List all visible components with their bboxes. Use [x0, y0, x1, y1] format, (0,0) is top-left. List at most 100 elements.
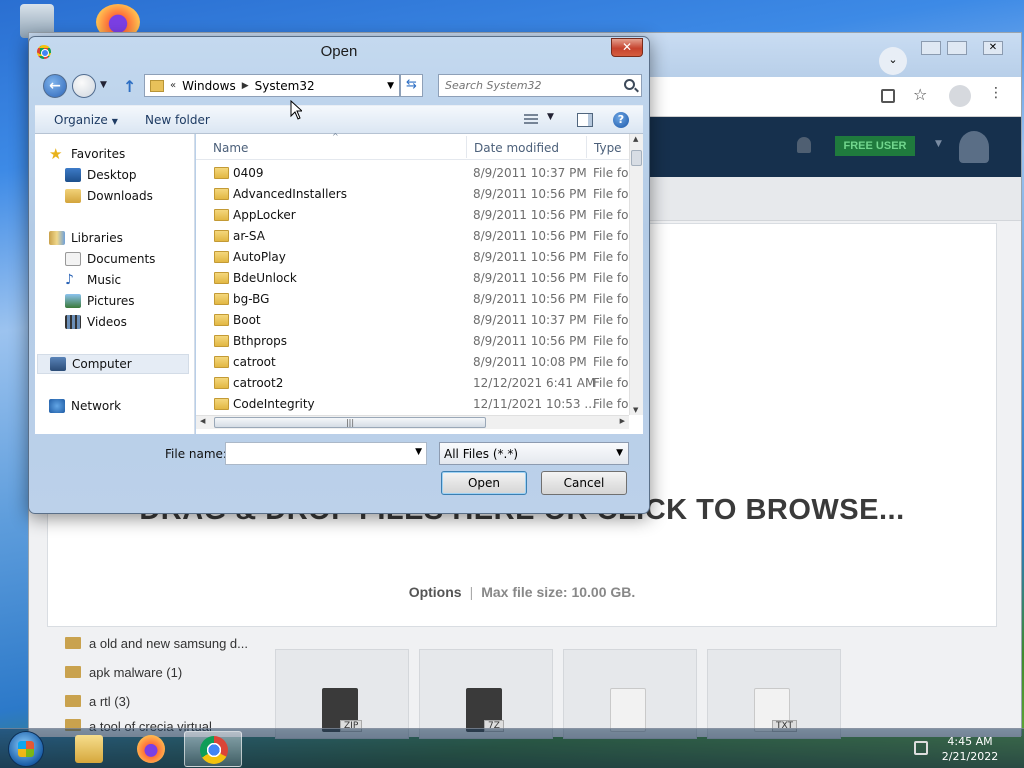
column-divider[interactable] — [466, 136, 467, 158]
file-row[interactable]: CodeIntegrity 12/11/2021 10:53 ... File fo… — [196, 394, 629, 415]
nav-libraries[interactable]: Libraries — [49, 228, 207, 248]
bookmark-star-icon[interactable]: ☆ — [913, 85, 927, 104]
column-divider[interactable] — [586, 136, 587, 158]
file-row[interactable]: catroot2 12/12/2021 6:41 AM File fol — [196, 373, 629, 394]
search-icon[interactable] — [624, 79, 635, 90]
preview-pane-icon[interactable] — [577, 113, 593, 127]
search-input[interactable] — [445, 75, 615, 95]
clock-time: 4:45 AM — [947, 735, 993, 748]
file-name-input[interactable]: ▼ — [225, 442, 427, 465]
file-date: 8/9/2011 10:56 PM — [473, 250, 587, 264]
file-type: File fol — [593, 313, 629, 327]
options-separator: | — [469, 584, 474, 600]
folder-icon — [214, 230, 229, 242]
network-tray-icon[interactable] — [914, 741, 928, 755]
taskbar-firefox[interactable] — [122, 731, 180, 767]
profile-icon[interactable] — [949, 85, 971, 107]
change-view-icon[interactable] — [524, 114, 538, 126]
file-row[interactable]: 0409 8/9/2011 10:37 PM File fol — [196, 163, 629, 184]
chrome-icon — [200, 736, 228, 764]
file-date: 8/9/2011 10:56 PM — [473, 229, 587, 243]
recent-locations-dropdown[interactable]: ▼ — [100, 80, 107, 90]
up-folder-icon[interactable]: ↑ — [123, 77, 136, 96]
column-name[interactable]: Name — [213, 141, 248, 155]
taskbar-explorer[interactable] — [60, 731, 118, 767]
file-name-dropdown-icon[interactable]: ▼ — [415, 447, 422, 457]
sidebar-folder[interactable]: apk malware (1) — [65, 662, 182, 682]
file-date: 8/9/2011 10:56 PM — [473, 271, 587, 285]
chevron-down-icon: ▼ — [616, 448, 623, 458]
scroll-down-icon[interactable]: ▼ — [633, 406, 638, 414]
cancel-button[interactable]: Cancel — [541, 471, 627, 495]
refresh-icon[interactable]: ⇆ — [400, 74, 423, 97]
file-tile[interactable] — [563, 649, 697, 739]
restore-button[interactable] — [947, 41, 967, 55]
column-type[interactable]: Type — [594, 141, 622, 155]
nav-computer[interactable]: Computer — [37, 354, 189, 374]
star-icon: ★ — [49, 145, 63, 163]
menu-kebab-icon[interactable]: ⋮ — [989, 85, 1003, 101]
header-dropdown-icon[interactable]: ▼ — [935, 139, 942, 149]
dialog-close-button[interactable]: ✕ — [611, 38, 643, 57]
file-type: File fol — [593, 355, 629, 369]
open-button[interactable]: Open — [441, 471, 527, 495]
file-row[interactable]: ar-SA 8/9/2011 10:56 PM File fol — [196, 226, 629, 247]
documents-icon — [65, 252, 81, 266]
nav-favorites[interactable]: ★ Favorites — [49, 144, 207, 164]
address-dropdown-icon[interactable]: ▼ — [387, 81, 394, 91]
sidebar-folder[interactable]: a old and new samsung d... — [65, 633, 248, 653]
scroll-left-icon[interactable]: ◀ — [200, 417, 205, 425]
scroll-right-icon[interactable]: ▶ — [620, 417, 625, 425]
file-row[interactable]: Boot 8/9/2011 10:37 PM File fol — [196, 310, 629, 331]
file-row[interactable]: AdvancedInstallers 8/9/2011 10:56 PM File … — [196, 184, 629, 205]
file-tile[interactable]: 7Z — [419, 649, 553, 739]
scroll-up-icon[interactable]: ▲ — [633, 135, 638, 143]
file-type: File fol — [593, 334, 629, 348]
folder-icon — [214, 293, 229, 305]
vertical-scrollbar[interactable]: ▲ ▼ — [629, 134, 643, 415]
breadcrumb-system32[interactable]: System32 — [255, 79, 315, 93]
breadcrumb-windows[interactable]: Windows — [182, 79, 236, 93]
user-avatar-icon[interactable] — [959, 131, 989, 163]
file-row[interactable]: AutoPlay 8/9/2011 10:56 PM File fol — [196, 247, 629, 268]
file-name: AdvancedInstallers — [233, 187, 347, 201]
file-type-select[interactable]: All Files (*.*) ▼ — [439, 442, 629, 465]
start-button[interactable] — [8, 731, 44, 767]
forward-button[interactable] — [72, 74, 96, 98]
back-button[interactable]: ← — [43, 74, 67, 98]
file-row[interactable]: AppLocker 8/9/2011 10:56 PM File fol — [196, 205, 629, 226]
file-tile[interactable]: TXT — [707, 649, 841, 739]
file-row[interactable]: BdeUnlock 8/9/2011 10:56 PM File fol — [196, 268, 629, 289]
sidebar-folder[interactable]: a rtl (3) — [65, 691, 130, 711]
share-icon[interactable] — [881, 89, 895, 103]
breadcrumb-arrow-icon[interactable]: ▶ — [242, 81, 249, 91]
file-tile[interactable]: ZIP — [275, 649, 409, 739]
taskbar-chrome[interactable] — [184, 731, 242, 767]
breadcrumb-overflow-icon[interactable]: « — [170, 80, 176, 91]
view-dropdown-icon[interactable]: ▼ — [547, 112, 554, 122]
file-row[interactable]: Bthprops 8/9/2011 10:56 PM File fol — [196, 331, 629, 352]
tab-search-button[interactable]: ⌄ — [879, 47, 907, 75]
file-date: 8/9/2011 10:37 PM — [473, 313, 587, 327]
address-bar[interactable]: « Windows ▶ System32 ▼ — [144, 74, 400, 97]
file-row[interactable]: bg-BG 8/9/2011 10:56 PM File fol — [196, 289, 629, 310]
search-box[interactable] — [438, 74, 642, 97]
folder-icon — [214, 209, 229, 221]
notification-bell-icon[interactable] — [797, 137, 811, 153]
new-folder-button[interactable]: New folder — [145, 113, 210, 127]
window-close-button[interactable]: ✕ — [983, 41, 1003, 55]
free-user-badge[interactable]: FREE USER — [835, 136, 915, 156]
column-date-modified[interactable]: Date modified — [474, 141, 559, 155]
organize-button[interactable]: Organize ▼ — [54, 113, 118, 127]
help-icon[interactable]: ? — [613, 112, 629, 128]
nav-network[interactable]: Network — [49, 396, 207, 416]
system-clock[interactable]: 4:45 AM 2/21/2022 — [934, 734, 1006, 764]
network-icon — [49, 399, 65, 413]
scroll-thumb[interactable]: ||| — [214, 417, 486, 428]
horizontal-scrollbar[interactable]: ◀ ||| ▶ — [196, 415, 629, 429]
file-date: 8/9/2011 10:56 PM — [473, 292, 587, 306]
file-row[interactable]: catroot 8/9/2011 10:08 PM File fol — [196, 352, 629, 373]
minimize-button[interactable] — [921, 41, 941, 55]
scroll-thumb[interactable] — [631, 150, 642, 166]
options-link[interactable]: Options — [409, 584, 462, 600]
